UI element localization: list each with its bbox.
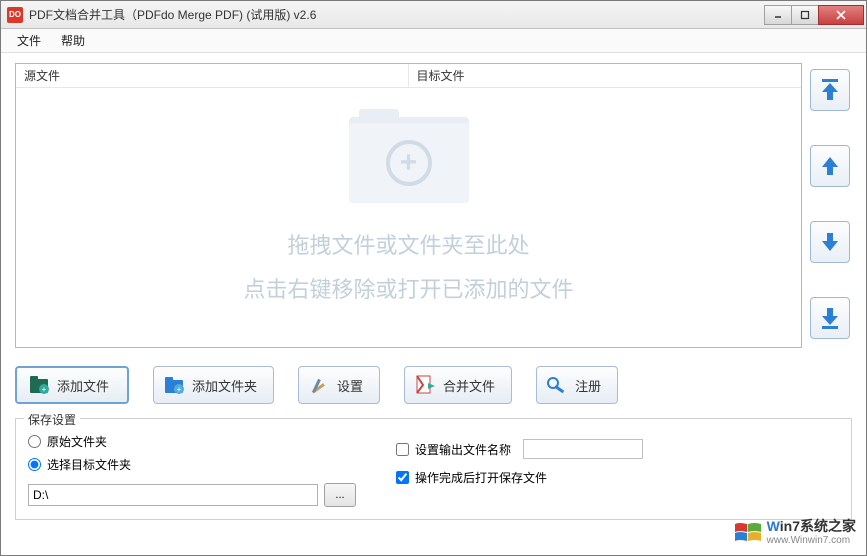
drop-text: 拖拽文件或文件夹至此处 点击右键移除或打开已添加的文件 <box>243 224 573 312</box>
radio-choose-folder[interactable]: 选择目标文件夹 <box>28 456 356 473</box>
output-path-input[interactable] <box>28 484 318 506</box>
radio-original-folder[interactable]: 原始文件夹 <box>28 433 356 450</box>
app-icon: DO <box>7 7 23 23</box>
save-left: 原始文件夹 选择目标文件夹 ... <box>28 433 356 507</box>
radio-original-label: 原始文件夹 <box>47 433 107 450</box>
checkbox-open-after[interactable] <box>396 471 409 484</box>
path-row: ... <box>28 483 356 507</box>
titlebar[interactable]: DO PDF文档合并工具（PDFdo Merge PDF) (试用版) v2.6 <box>1 1 866 29</box>
add-file-icon: + <box>27 373 51 397</box>
move-top-button[interactable] <box>810 69 850 111</box>
watermark-text: Win7系统之家 www.Winwin7.com <box>767 518 856 547</box>
svg-text:+: + <box>177 385 182 394</box>
reorder-buttons <box>810 63 852 348</box>
drop-line2: 点击右键移除或打开已添加的文件 <box>243 268 573 312</box>
settings-button[interactable]: 设置 <box>298 366 380 404</box>
register-icon <box>545 373 569 397</box>
app-window: DO PDF文档合并工具（PDFdo Merge PDF) (试用版) v2.6… <box>0 0 867 556</box>
register-label: 注册 <box>575 376 601 395</box>
col-source[interactable]: 源文件 <box>16 64 409 87</box>
save-settings-group: 保存设置 原始文件夹 选择目标文件夹 ... 设置输出文件名称 <box>15 418 852 520</box>
drop-line1: 拖拽文件或文件夹至此处 <box>243 224 573 268</box>
output-name-label: 设置输出文件名称 <box>415 441 511 458</box>
add-file-button[interactable]: + 添加文件 <box>15 366 129 404</box>
menubar: 文件 帮助 <box>1 29 866 53</box>
move-up-button[interactable] <box>810 145 850 187</box>
drop-hint: 拖拽文件或文件夹至此处 点击右键移除或打开已添加的文件 <box>16 109 801 312</box>
list-area: 源文件 目标文件 拖拽文件或文件夹至此处 点击右键移除或打开已添加的文件 <box>15 63 852 348</box>
radio-choose-input[interactable] <box>28 458 41 471</box>
close-button[interactable] <box>818 5 864 25</box>
folder-add-icon <box>349 109 469 204</box>
minimize-button[interactable] <box>764 5 792 25</box>
content-area: 源文件 目标文件 拖拽文件或文件夹至此处 点击右键移除或打开已添加的文件 <box>1 53 866 555</box>
file-list[interactable]: 源文件 目标文件 拖拽文件或文件夹至此处 点击右键移除或打开已添加的文件 <box>15 63 802 348</box>
col-target[interactable]: 目标文件 <box>409 64 802 87</box>
checkbox-output-name[interactable] <box>396 443 409 456</box>
save-right: 设置输出文件名称 操作完成后打开保存文件 <box>396 433 643 507</box>
add-folder-label: 添加文件夹 <box>192 376 257 395</box>
browse-button[interactable]: ... <box>324 483 356 507</box>
watermark: Win7系统之家 www.Winwin7.com <box>733 518 856 547</box>
wm-url: www.Winwin7.com <box>767 535 856 547</box>
check-open-after[interactable]: 操作完成后打开保存文件 <box>396 469 643 486</box>
wm-brand-w: W <box>767 518 780 534</box>
menu-file[interactable]: 文件 <box>7 29 51 52</box>
svg-text:+: + <box>42 385 47 394</box>
menu-help[interactable]: 帮助 <box>51 29 95 52</box>
add-file-label: 添加文件 <box>57 376 109 395</box>
list-header: 源文件 目标文件 <box>16 64 801 88</box>
add-folder-button[interactable]: + 添加文件夹 <box>153 366 274 404</box>
radio-choose-label: 选择目标文件夹 <box>47 456 131 473</box>
output-name-input[interactable] <box>523 439 643 459</box>
radio-original-input[interactable] <box>28 435 41 448</box>
settings-label: 设置 <box>337 376 363 395</box>
check-output-name[interactable]: 设置输出文件名称 <box>396 439 643 459</box>
open-after-label: 操作完成后打开保存文件 <box>415 469 547 486</box>
toolbar: + 添加文件 + 添加文件夹 设置 合并文件 <box>15 366 852 404</box>
merge-button[interactable]: 合并文件 <box>404 366 512 404</box>
add-folder-icon: + <box>162 373 186 397</box>
move-bottom-button[interactable] <box>810 297 850 339</box>
move-down-button[interactable] <box>810 221 850 263</box>
wm-brand-rest: in7系统之家 <box>780 518 856 534</box>
settings-icon <box>307 373 331 397</box>
windows-flag-icon <box>733 520 763 546</box>
window-controls <box>765 5 864 25</box>
window-title: PDF文档合并工具（PDFdo Merge PDF) (试用版) v2.6 <box>29 6 765 23</box>
merge-label: 合并文件 <box>443 376 495 395</box>
save-legend: 保存设置 <box>24 411 80 428</box>
maximize-button[interactable] <box>791 5 819 25</box>
merge-icon <box>413 373 437 397</box>
register-button[interactable]: 注册 <box>536 366 618 404</box>
